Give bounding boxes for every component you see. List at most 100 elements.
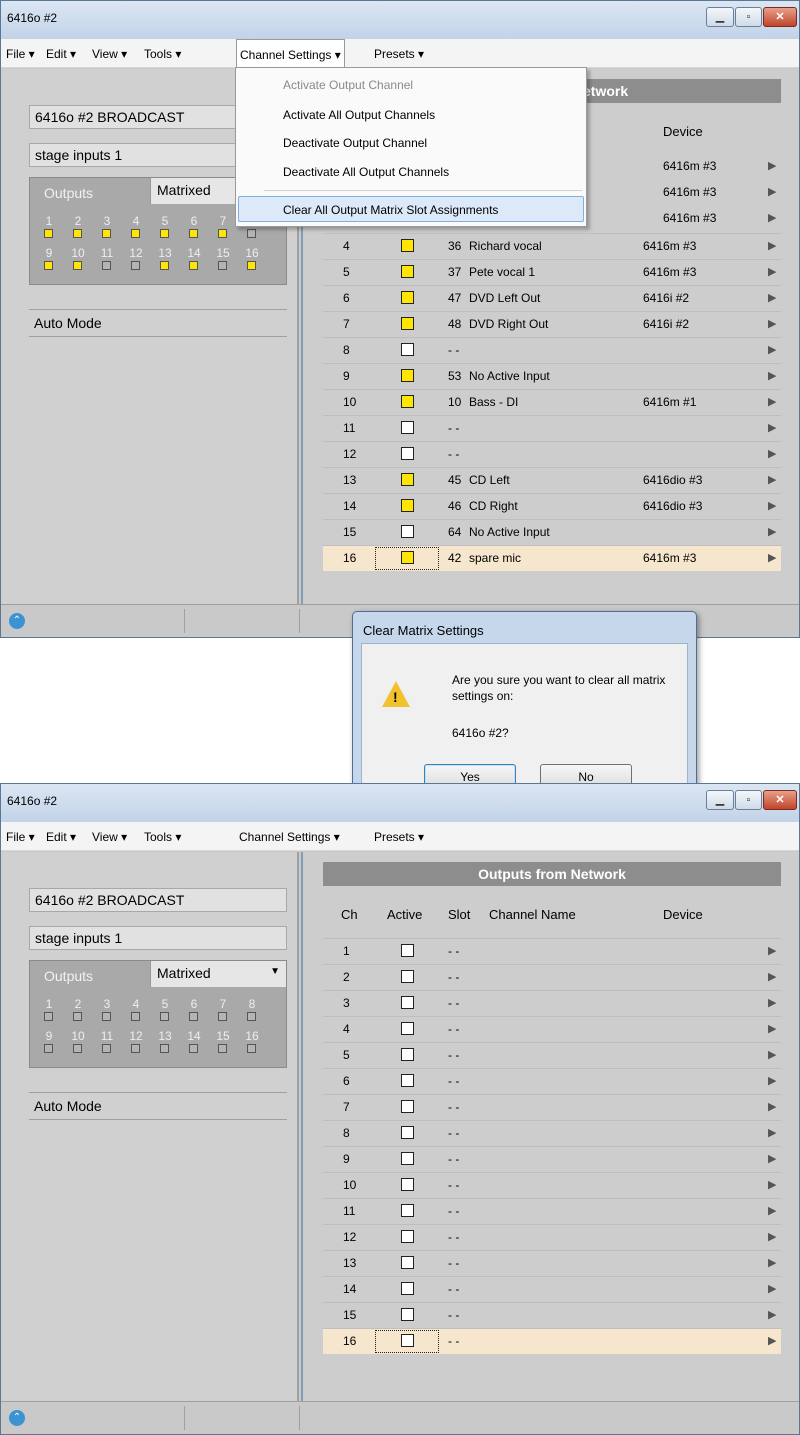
menu-view[interactable]: View ▾	[89, 39, 130, 67]
output-indicator[interactable]	[189, 1012, 198, 1021]
menu-deactivate-output-channel[interactable]: Deactivate Output Channel	[283, 136, 427, 150]
output-indicator[interactable]	[131, 1012, 140, 1021]
table-row[interactable]: 16 42 spare mic 6416m #3 ▶	[323, 545, 781, 571]
output-indicator[interactable]	[131, 229, 140, 238]
table-row[interactable]: 9 - - ▶	[323, 1146, 781, 1172]
output-indicator[interactable]	[44, 1012, 53, 1021]
expand-arrow-icon[interactable]: ▶	[768, 1022, 776, 1035]
output-indicator[interactable]	[218, 1012, 227, 1021]
output-indicator[interactable]	[160, 229, 169, 238]
active-checkbox[interactable]	[401, 1048, 414, 1061]
expand-arrow-icon[interactable]: ▶	[768, 343, 776, 356]
table-row[interactable]: 11 - - ▶	[323, 1198, 781, 1224]
output-indicator[interactable]	[160, 1012, 169, 1021]
menu-deactivate-all-output-channels[interactable]: Deactivate All Output Channels	[283, 165, 449, 179]
table-row[interactable]: 3 - - ▶	[323, 990, 781, 1016]
table-row[interactable]: 14 - - ▶	[323, 1276, 781, 1302]
expand-arrow-icon[interactable]: ▶	[768, 1282, 776, 1295]
expand-arrow-icon[interactable]: ▶	[768, 499, 776, 512]
table-row[interactable]: 9 53 No Active Input ▶	[323, 363, 781, 389]
output-indicator[interactable]	[73, 261, 82, 270]
expand-arrow-icon[interactable]: ▶	[768, 239, 776, 252]
table-row[interactable]: 2 - - ▶	[323, 964, 781, 990]
table-row[interactable]: 6 47 DVD Left Out 6416i #2 ▶	[323, 285, 781, 311]
output-indicator[interactable]	[44, 229, 53, 238]
expand-arrow-icon[interactable]: ▶	[768, 525, 776, 538]
table-row[interactable]: 5 37 Pete vocal 1 6416m #3 ▶	[323, 259, 781, 285]
active-checkbox[interactable]	[401, 996, 414, 1009]
table-row[interactable]: 4 - - ▶	[323, 1016, 781, 1042]
active-checkbox[interactable]	[401, 551, 414, 564]
active-checkbox[interactable]	[401, 239, 414, 252]
menu-presets[interactable]: Presets ▾	[371, 822, 427, 850]
expand-arrow-icon[interactable]: ▶	[768, 1100, 776, 1113]
expand-arrow-icon[interactable]: ▶	[768, 1308, 776, 1321]
menu-tools[interactable]: Tools ▾	[141, 39, 184, 67]
output-indicator[interactable]	[102, 1044, 111, 1053]
menu-channel-settings[interactable]: Channel Settings ▾	[236, 822, 343, 850]
expand-arrow-icon[interactable]: ▶	[768, 369, 776, 382]
active-checkbox[interactable]	[401, 1308, 414, 1321]
network-status-icon[interactable]: ⌃	[9, 613, 25, 629]
output-indicator[interactable]	[131, 261, 140, 270]
output-indicator[interactable]	[102, 1012, 111, 1021]
active-checkbox[interactable]	[401, 1334, 414, 1347]
network-status-icon[interactable]: ⌃	[9, 1410, 25, 1426]
output-indicator[interactable]	[218, 261, 227, 270]
table-row[interactable]: 16 - - ▶	[323, 1328, 781, 1354]
menu-channel-settings[interactable]: Channel Settings ▾	[236, 39, 345, 68]
maximize-button[interactable]: ▫	[735, 7, 762, 27]
active-checkbox[interactable]	[401, 1230, 414, 1243]
active-checkbox[interactable]	[401, 395, 414, 408]
output-indicator[interactable]	[131, 1044, 140, 1053]
active-checkbox[interactable]	[401, 1074, 414, 1087]
expand-arrow-icon[interactable]: ▶	[768, 1230, 776, 1243]
table-row[interactable]: 13 - - ▶	[323, 1250, 781, 1276]
minimize-button[interactable]: ▁	[706, 790, 734, 810]
device-field[interactable]: 6416o #2 BROADCAST	[29, 888, 287, 912]
expand-arrow-icon[interactable]: ▶	[768, 1126, 776, 1139]
active-checkbox[interactable]	[401, 499, 414, 512]
active-checkbox[interactable]	[401, 1282, 414, 1295]
table-row[interactable]: 7 48 DVD Right Out 6416i #2 ▶	[323, 311, 781, 337]
menu-file[interactable]: File ▾	[3, 822, 38, 850]
menu-edit[interactable]: Edit ▾	[43, 39, 79, 67]
table-row[interactable]: 4 36 Richard vocal 6416m #3 ▶	[323, 233, 781, 259]
table-row[interactable]: 11 - - ▶	[323, 415, 781, 441]
table-row[interactable]: 6 - - ▶	[323, 1068, 781, 1094]
expand-arrow-icon[interactable]: ▶	[768, 970, 776, 983]
active-checkbox[interactable]	[401, 944, 414, 957]
active-checkbox[interactable]	[401, 1126, 414, 1139]
expand-arrow-icon[interactable]: ▶	[768, 1334, 776, 1347]
output-indicator[interactable]	[218, 229, 227, 238]
table-row[interactable]: 8 - - ▶	[323, 337, 781, 363]
active-checkbox[interactable]	[401, 265, 414, 278]
output-indicator[interactable]	[189, 261, 198, 270]
active-checkbox[interactable]	[401, 1022, 414, 1035]
active-checkbox[interactable]	[401, 291, 414, 304]
title-bar[interactable]: 6416o #2 ▁ ▫ ✕	[1, 1, 799, 39]
expand-arrow-icon[interactable]: ▶	[768, 421, 776, 434]
table-row[interactable]: 15 - - ▶	[323, 1302, 781, 1328]
mode-select[interactable]: Matrixed ▼	[150, 961, 286, 987]
active-checkbox[interactable]	[401, 343, 414, 356]
output-indicator[interactable]	[73, 229, 82, 238]
output-indicator[interactable]	[189, 229, 198, 238]
expand-arrow-icon[interactable]: ▶	[768, 1074, 776, 1087]
output-indicator[interactable]	[102, 229, 111, 238]
expand-arrow-icon[interactable]: ▶	[768, 395, 776, 408]
output-indicator[interactable]	[189, 1044, 198, 1053]
expand-arrow-icon[interactable]: ▶	[768, 447, 776, 460]
active-checkbox[interactable]	[401, 970, 414, 983]
auto-mode[interactable]: Auto Mode	[29, 309, 287, 337]
output-indicator[interactable]	[160, 1044, 169, 1053]
active-checkbox[interactable]	[401, 1256, 414, 1269]
menu-edit[interactable]: Edit ▾	[43, 822, 79, 850]
expand-arrow-icon[interactable]: ▶	[768, 1256, 776, 1269]
output-indicator[interactable]	[247, 229, 256, 238]
output-indicator[interactable]	[44, 1044, 53, 1053]
active-checkbox[interactable]	[401, 1152, 414, 1165]
output-indicator[interactable]	[160, 261, 169, 270]
expand-arrow-icon[interactable]: ▶	[768, 1152, 776, 1165]
menu-activate-all-output-channels[interactable]: Activate All Output Channels	[283, 108, 435, 122]
